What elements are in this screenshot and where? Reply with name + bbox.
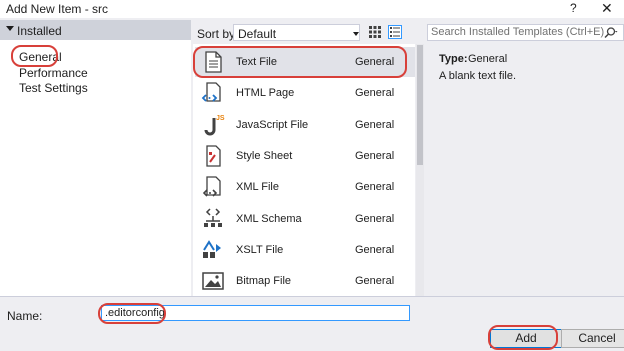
type-label: Type: [439,53,468,65]
close-button[interactable]: ✕ [601,0,613,17]
template-category: General [355,119,395,131]
html-page-icon [201,82,221,102]
template-row-xml-schema[interactable]: XML Schema General [195,204,415,234]
sort-by-dropdown[interactable]: Default [233,24,360,41]
bitmap-file-icon [202,272,224,290]
dropdown-arrow-icon [353,32,359,36]
javascript-file-icon: JS [204,115,225,136]
template-category: General [355,213,395,225]
name-label: Name: [7,309,43,323]
search-icon[interactable] [604,27,618,39]
scrollbar-thumb[interactable] [417,45,423,165]
template-row-javascript-file[interactable]: JS JavaScript File General [195,110,415,140]
help-button[interactable]: ? [570,1,577,15]
xml-schema-icon [204,208,222,227]
template-name: Style Sheet [236,150,293,162]
style-sheet-icon [206,145,221,167]
xslt-file-icon [203,240,221,258]
template-name: Bitmap File [236,275,292,287]
template-category: General [355,150,395,162]
installed-label: Installed [17,24,62,38]
template-name: JavaScript File [236,119,309,131]
template-name: HTML Page [236,87,295,99]
annotation-circle-name [98,303,166,324]
template-row-xml-file[interactable]: XML File General [195,172,415,202]
template-name: XML Schema [236,213,302,225]
tree-item-test-settings[interactable]: Test Settings [19,81,88,95]
template-name: XSLT File [236,244,284,256]
annotation-circle-text-file [193,46,407,78]
template-category: General [355,275,395,287]
template-category: General [355,181,395,193]
search-placeholder: Search Installed Templates (Ctrl+E) [431,26,605,38]
template-row-html-page[interactable]: HTML Page General [195,78,415,108]
xml-file-icon [202,176,221,197]
template-name: XML File [236,181,279,193]
template-category: General [355,87,395,99]
chevron-down-icon[interactable] [6,26,14,31]
list-view-button[interactable] [388,25,402,39]
annotation-circle-add [488,325,558,350]
medium-icons-view-button[interactable] [368,25,382,39]
sort-by-value: Default [238,27,277,41]
template-row-bitmap-file[interactable]: Bitmap File General [195,266,415,296]
cancel-button[interactable]: Cancel [561,329,624,348]
search-templates-input[interactable]: Search Installed Templates (Ctrl+E) [427,24,624,41]
window-title: Add New Item - src [6,2,109,16]
template-row-style-sheet[interactable]: Style Sheet General [195,141,415,171]
grid-view-icon [369,26,381,38]
template-description: A blank text file. [439,70,517,82]
template-row-xslt-file[interactable]: XSLT File General [195,235,415,265]
list-view-icon [390,27,400,37]
template-category: General [355,244,395,256]
svg-text:JS: JS [216,115,225,122]
type-value: General [468,53,508,65]
tree-item-performance[interactable]: Performance [19,66,88,80]
annotation-circle-general [11,45,58,67]
